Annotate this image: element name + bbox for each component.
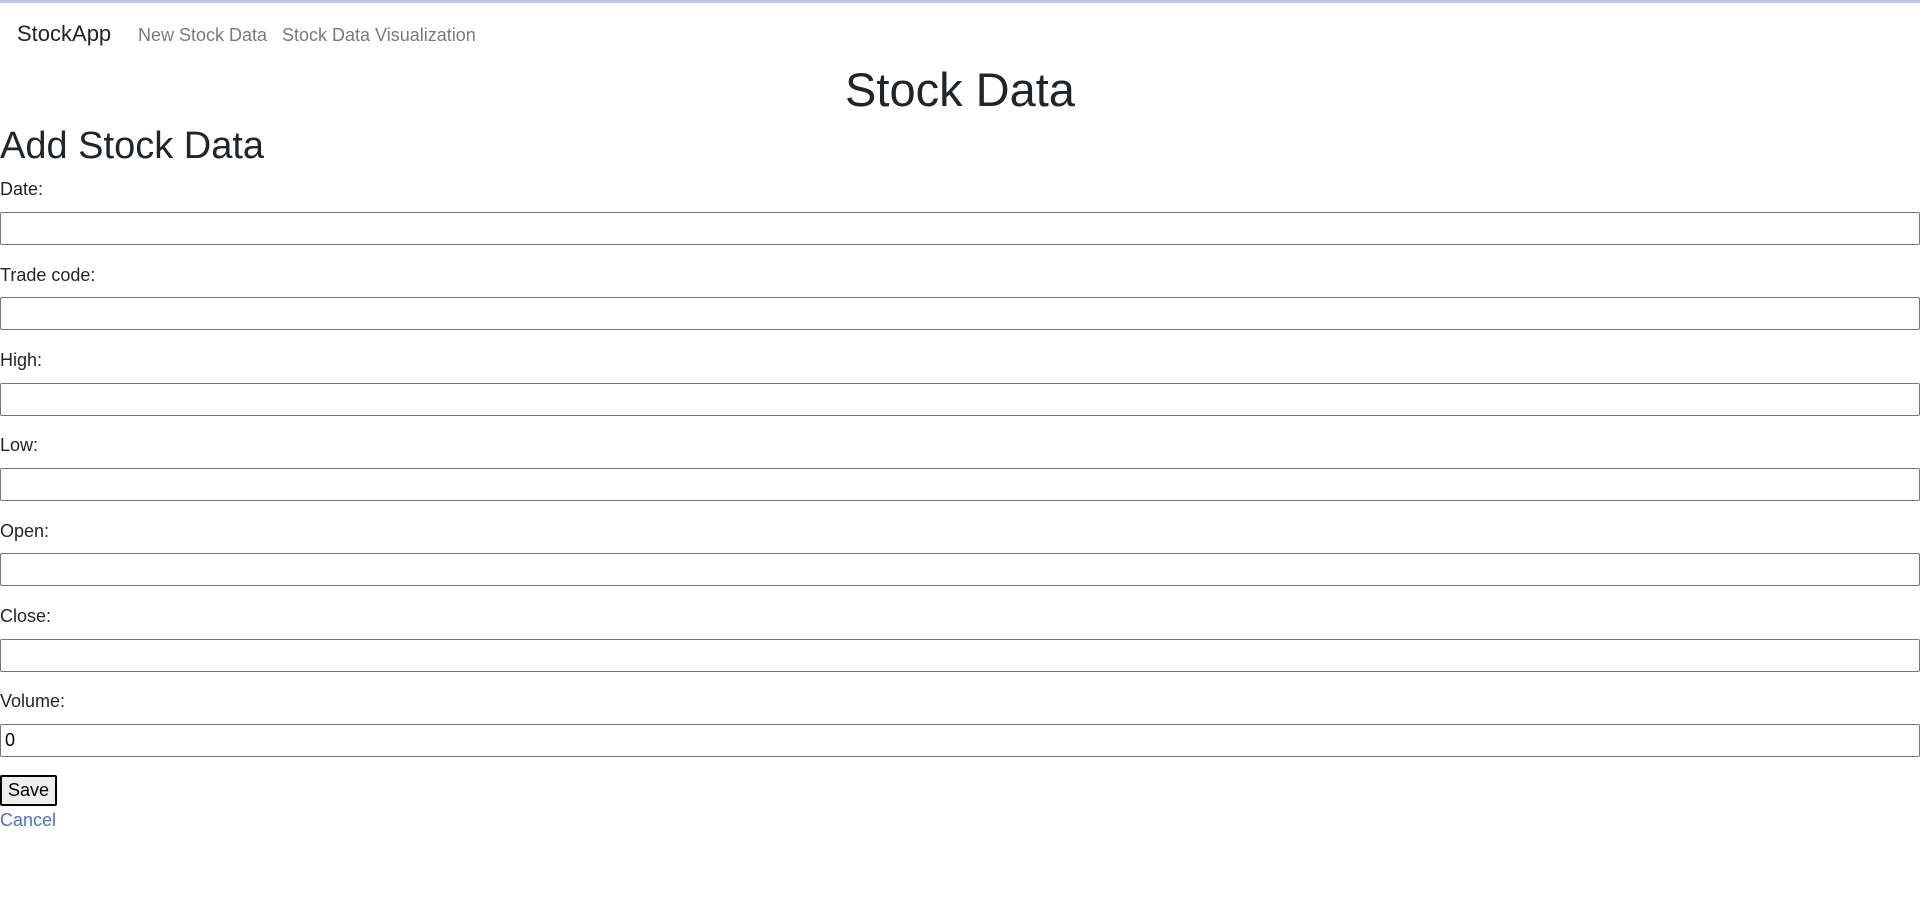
date-label: Date: xyxy=(0,179,44,199)
low-label: Low: xyxy=(0,435,39,455)
volume-field[interactable] xyxy=(0,724,1920,757)
trade-code-label: Trade code: xyxy=(0,265,96,285)
low-field[interactable] xyxy=(0,468,1920,501)
page-title: Stock Data xyxy=(845,63,1075,116)
date-field[interactable] xyxy=(0,212,1920,245)
nav-link-new-stock-data[interactable]: New Stock Data xyxy=(138,24,267,46)
nav-link-stock-data-visualization[interactable]: Stock Data Visualization xyxy=(282,24,476,46)
high-field[interactable] xyxy=(0,383,1920,416)
cancel-link[interactable]: Cancel xyxy=(0,809,56,831)
brand-link[interactable]: StockApp xyxy=(17,21,111,47)
open-field[interactable] xyxy=(0,553,1920,586)
open-label: Open: xyxy=(0,521,50,541)
save-button[interactable]: Save xyxy=(0,775,58,806)
close-label: Close: xyxy=(0,606,52,626)
close-field[interactable] xyxy=(0,639,1920,672)
trade-code-field[interactable] xyxy=(0,297,1920,330)
high-label: High: xyxy=(0,350,43,370)
volume-label: Volume: xyxy=(0,691,66,711)
section-title: Add Stock Data xyxy=(0,125,265,167)
navbar: StockApp New Stock Data Stock Data Visua… xyxy=(0,3,1920,63)
